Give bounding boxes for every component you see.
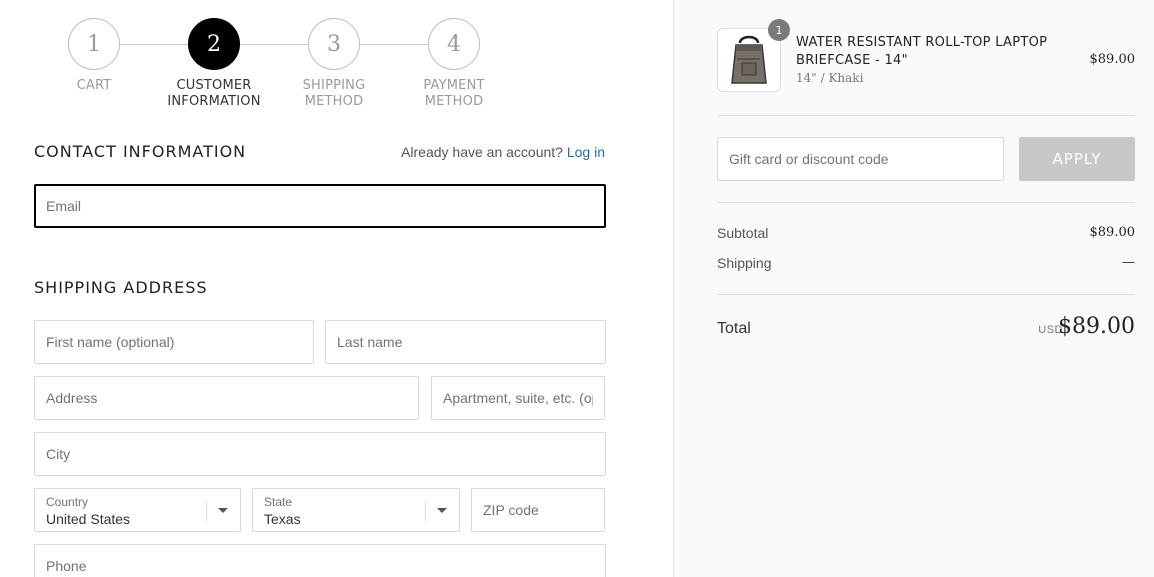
step-number: 1 [68,18,120,70]
product-price: $89.00 [1089,52,1136,67]
last-name-field[interactable] [325,320,606,364]
select-divider [425,501,426,521]
country-value: United States [46,511,131,527]
shipping-address-heading: SHIPPING ADDRESS [34,278,208,297]
city-input[interactable] [35,433,605,475]
email-field[interactable] [34,184,606,228]
account-prompt: Already have an account? Log in [401,144,605,160]
shipping-label: Shipping [717,255,772,271]
phone-input[interactable] [35,545,605,577]
contact-information-heading: CONTACT INFORMATION [34,142,247,161]
subtotal-label: Subtotal [717,225,769,241]
product-name: WATER RESISTANT ROLL-TOP LAPTOP BRIEFCAS… [796,35,1048,68]
total-row: Total USD $89.00 [717,314,1135,348]
account-prompt-text: Already have an account? [401,144,563,160]
total-label: Total [717,320,751,337]
address-input[interactable] [35,377,418,419]
country-select[interactable]: Country United States [34,488,241,532]
last-name-input[interactable] [326,321,605,363]
phone-field[interactable] [34,544,606,577]
zip-input[interactable] [472,489,604,531]
product-variant: 14" / Khaki [796,71,864,85]
step-number: 2 [188,18,240,70]
chevron-down-icon [437,508,447,513]
quantity-badge: 1 [768,19,790,41]
step-cart[interactable]: 1 CART [34,18,154,94]
address-field[interactable] [34,376,419,420]
checkout-steps: 1 CART 2 CUSTOMER INFORMATION 3 SHIPPING M… [34,18,514,118]
discount-code-input[interactable] [718,138,1003,180]
shipping-value: — [1122,255,1135,270]
chevron-down-icon [218,508,228,513]
apply-discount-button[interactable]: APPLY [1019,137,1135,181]
step-payment-method: 4 PAYMENT METHOD [394,18,514,110]
step-number: 4 [428,18,480,70]
apartment-input[interactable] [432,377,604,419]
state-label: State [264,495,293,509]
city-field[interactable] [34,432,606,476]
country-label: Country [46,495,89,509]
step-label: CART [76,78,112,93]
email-input[interactable] [36,186,604,226]
step-customer-information: 2 CUSTOMER INFORMATION [154,18,274,110]
order-summary-panel: 1 WATER RESISTANT ROLL-TOP LAPTOP BRIEFC… [673,0,1154,577]
briefcase-image [731,35,767,84]
first-name-field[interactable] [34,320,314,364]
apartment-field[interactable] [431,376,605,420]
step-shipping-method: 3 SHIPPING METHOD [274,18,394,110]
select-divider [206,501,207,521]
step-label: CUSTOMER INFORMATION [167,78,261,109]
login-link[interactable]: Log in [567,144,605,160]
state-select[interactable]: State Texas [252,488,460,532]
cart-line-item: 1 WATER RESISTANT ROLL-TOP LAPTOP BRIEFC… [717,19,1136,92]
subtotal-row: Subtotal $89.00 [717,225,1135,241]
total-amount: $89.00 [1058,314,1135,339]
step-label: PAYMENT METHOD [423,78,485,109]
step-number: 3 [308,18,360,70]
divider [717,294,1135,295]
step-label: SHIPPING METHOD [302,78,366,109]
divider [717,115,1135,116]
zip-field[interactable] [471,488,605,532]
shipping-row: Shipping — [717,255,1135,271]
checkout-form-panel: 1 CART 2 CUSTOMER INFORMATION 3 SHIPPING M… [0,0,673,577]
subtotal-value: $89.00 [1089,225,1136,240]
first-name-input[interactable] [35,321,313,363]
product-thumbnail: 1 [717,19,790,92]
divider [717,202,1135,203]
state-value: Texas [264,511,301,527]
discount-code-field[interactable] [717,137,1004,181]
